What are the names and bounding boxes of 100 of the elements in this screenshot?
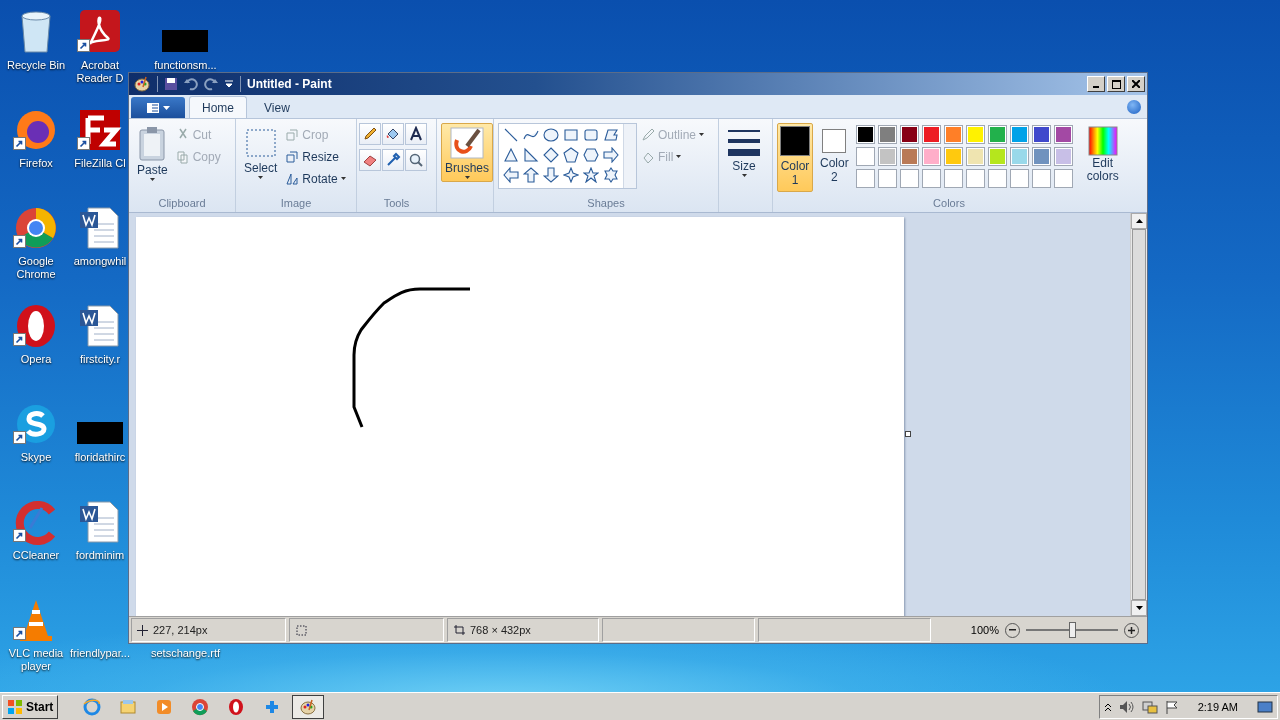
color-swatch[interactable]: [855, 147, 875, 166]
help-icon[interactable]: [1127, 99, 1141, 114]
flag-icon[interactable]: [1164, 699, 1179, 714]
show-desktop-icon[interactable]: [1257, 699, 1273, 714]
icon-label[interactable]: Opera: [20, 353, 52, 366]
network-icon[interactable]: [1141, 699, 1158, 714]
size-button[interactable]: Size: [723, 123, 765, 180]
color-swatch[interactable]: [1031, 125, 1051, 144]
tool-button[interactable]: [359, 123, 381, 145]
shape-icon[interactable]: [563, 167, 579, 183]
resize-button[interactable]: Resize: [285, 147, 346, 166]
slider-thumb[interactable]: [1069, 622, 1076, 638]
empty-swatch[interactable]: [965, 169, 985, 188]
tool-button[interactable]: [382, 149, 404, 171]
empty-swatch[interactable]: [943, 169, 963, 188]
color-slot[interactable]: Color 2: [817, 123, 852, 189]
shape-icon[interactable]: [503, 147, 519, 163]
edit-colors-button[interactable]: Edit colors: [1076, 123, 1129, 186]
shape-icon[interactable]: [503, 167, 519, 183]
brushes-button[interactable]: Brushes: [441, 123, 494, 182]
gallery-scrollbar[interactable]: [623, 124, 636, 188]
shape-icon[interactable]: [543, 127, 559, 143]
empty-swatch[interactable]: [1053, 169, 1073, 188]
shape-icon[interactable]: [603, 147, 619, 163]
color-swatch[interactable]: [921, 147, 941, 166]
color-swatch[interactable]: [943, 125, 963, 144]
scroll-up-icon[interactable]: [1135, 219, 1143, 223]
shape-icon[interactable]: [583, 127, 599, 143]
maximize-button[interactable]: [1107, 76, 1125, 92]
icon-label[interactable]: Firefox: [19, 157, 53, 170]
empty-swatch[interactable]: [899, 169, 919, 188]
icon-label[interactable]: Skype: [20, 451, 52, 464]
empty-swatch[interactable]: [877, 169, 897, 188]
close-button[interactable]: [1127, 76, 1145, 92]
paint-palette-icon[interactable]: [133, 75, 151, 93]
tool-button[interactable]: [405, 123, 427, 145]
empty-swatch[interactable]: [921, 169, 941, 188]
color-swatch[interactable]: [1031, 147, 1051, 166]
icon-label[interactable]: Recycle Bin: [6, 59, 66, 72]
paste-button[interactable]: Paste: [133, 123, 172, 184]
icon-label[interactable]: CCleaner: [12, 549, 60, 562]
shape-icon[interactable]: [603, 167, 619, 183]
taskbar-app[interactable]: [292, 694, 325, 719]
icon-label[interactable]: Acrobat Reader D: [72, 59, 128, 85]
chevron-up-icon[interactable]: [1103, 701, 1112, 712]
icon-label[interactable]: floridathirc: [74, 451, 126, 464]
color-swatch[interactable]: [965, 147, 985, 166]
application-menu-button[interactable]: [131, 97, 185, 118]
color-swatch[interactable]: [1053, 125, 1073, 144]
tool-button[interactable]: [359, 149, 381, 171]
scroll-down-icon[interactable]: [1135, 606, 1143, 610]
minimize-button[interactable]: [1087, 76, 1105, 92]
empty-swatch[interactable]: [1009, 169, 1029, 188]
ribbon-tab[interactable]: Home: [189, 96, 247, 118]
color-swatch[interactable]: [965, 125, 985, 144]
shape-icon[interactable]: [543, 167, 559, 183]
dropdown-icon[interactable]: [224, 79, 234, 89]
chrome-icon[interactable]: [191, 697, 210, 716]
resize-handle[interactable]: [905, 431, 911, 437]
save-icon[interactable]: [164, 77, 178, 91]
color-swatch[interactable]: [899, 125, 919, 144]
select-button[interactable]: Select: [240, 123, 282, 182]
empty-swatch[interactable]: [855, 169, 875, 188]
undo-icon[interactable]: [184, 77, 198, 91]
shape-icon[interactable]: [603, 127, 619, 143]
tool-button[interactable]: [382, 123, 404, 145]
shape-icon[interactable]: [583, 167, 599, 183]
redo-icon[interactable]: [204, 77, 218, 91]
shape-icon[interactable]: [523, 147, 539, 163]
opera-icon[interactable]: [227, 697, 246, 716]
shape-icon[interactable]: [563, 147, 579, 163]
rotate-button[interactable]: Rotate: [285, 169, 346, 188]
icon-label[interactable]: Google Chrome: [1, 255, 71, 281]
color-swatch[interactable]: [899, 147, 919, 166]
shape-icon[interactable]: [503, 127, 519, 143]
color-swatch[interactable]: [1009, 147, 1029, 166]
icon-label[interactable]: fordminim: [75, 549, 125, 562]
shape-icon[interactable]: [583, 147, 599, 163]
icon-label[interactable]: amongwhil: [73, 255, 127, 268]
color-swatch[interactable]: [877, 147, 897, 166]
color-swatch[interactable]: [1053, 147, 1073, 166]
color-swatch[interactable]: [943, 147, 963, 166]
shape-icon[interactable]: [523, 167, 539, 183]
shape-icon[interactable]: [543, 147, 559, 163]
vertical-scrollbar[interactable]: [1130, 213, 1147, 616]
ribbon-tab[interactable]: View: [251, 96, 303, 118]
icon-label[interactable]: firstcity.r: [79, 353, 121, 366]
color-swatch[interactable]: [855, 125, 875, 144]
icon-label[interactable]: functionsm...: [154, 59, 217, 72]
start-button[interactable]: Start: [2, 694, 59, 719]
icon-label[interactable]: FileZilla Cl: [74, 157, 126, 170]
color-slot[interactable]: Color 1: [777, 123, 813, 192]
paint-palette-icon[interactable]: [299, 697, 318, 716]
color-swatch[interactable]: [1009, 125, 1029, 144]
speaker-icon[interactable]: [1118, 699, 1135, 714]
color-swatch[interactable]: [987, 125, 1007, 144]
color-swatch[interactable]: [877, 125, 897, 144]
empty-swatch[interactable]: [987, 169, 1007, 188]
empty-swatch[interactable]: [1031, 169, 1051, 188]
color-swatch[interactable]: [921, 125, 941, 144]
